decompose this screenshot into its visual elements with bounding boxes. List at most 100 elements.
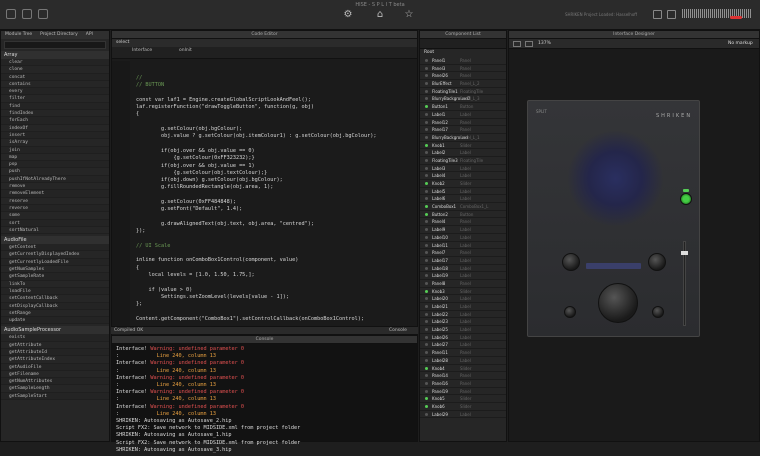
code-line[interactable] (136, 250, 376, 257)
component-row[interactable]: Label21 Label (420, 303, 506, 311)
code-line[interactable]: g.setColour(obj.bgColour); (136, 126, 376, 133)
api-section-header[interactable]: AudioSampleProcessor (1, 326, 109, 335)
component-row[interactable]: Label27 Label (420, 341, 506, 350)
component-row[interactable]: Panel12 Panel (420, 119, 506, 127)
visibility-dot-icon[interactable] (425, 412, 428, 416)
component-row[interactable]: Panel17 Panel (420, 126, 506, 134)
visibility-dot-icon[interactable] (425, 351, 428, 355)
code-line[interactable]: if(obj.over && obj.value == 1) (136, 163, 376, 170)
component-row[interactable]: Label10 Label (420, 234, 506, 242)
code-line[interactable]: obj.value ? g.setColour(obj.itemColour1)… (136, 133, 377, 140)
visibility-dot-icon[interactable] (425, 243, 428, 247)
api-item[interactable]: pushIfNotAlreadyThere (1, 175, 109, 184)
component-row[interactable]: FloatingTile3 FloatingTile (420, 157, 506, 165)
visibility-dot-icon[interactable] (425, 312, 428, 316)
visibility-dot-icon[interactable] (425, 258, 428, 262)
api-item[interactable]: filter (1, 95, 109, 103)
api-item[interactable]: indexOf (1, 125, 109, 132)
api-item[interactable]: getNumSamples (1, 266, 109, 274)
component-row[interactable]: BlurryBackground2 Panel_L_3 (420, 95, 506, 104)
api-item[interactable]: some (1, 212, 109, 220)
visibility-dot-icon[interactable] (425, 66, 428, 70)
zoom-select[interactable]: 137% (538, 41, 551, 46)
visibility-dot-icon[interactable] (425, 220, 428, 224)
api-item[interactable]: getAttribute (1, 342, 109, 349)
code-line[interactable]: Settings.setZoomLevel(levels[value - 1])… (136, 294, 376, 301)
visibility-dot-icon[interactable] (425, 82, 428, 86)
visibility-dot-icon[interactable] (425, 189, 428, 193)
visibility-dot-icon[interactable] (425, 212, 428, 216)
api-item[interactable]: concat (1, 73, 109, 81)
visibility-dot-icon[interactable] (425, 105, 428, 109)
api-item[interactable]: removeElement (1, 190, 109, 198)
panel-icon[interactable] (22, 9, 32, 19)
component-row[interactable]: Label22 Label (420, 311, 506, 319)
component-row[interactable]: Knob1 Slider (420, 142, 506, 150)
api-item[interactable]: getSampleStart (1, 392, 109, 401)
code-line[interactable]: { (136, 265, 376, 272)
visibility-dot-icon[interactable] (425, 281, 428, 285)
tab-api[interactable]: API (82, 31, 97, 39)
api-item[interactable]: getAudioFile (1, 363, 109, 371)
visibility-dot-icon[interactable] (425, 120, 428, 124)
api-item[interactable]: sort (1, 219, 109, 227)
component-row[interactable]: Button2 Button (420, 211, 506, 219)
component-row[interactable]: Label25 Label (420, 326, 506, 334)
visibility-dot-icon[interactable] (425, 328, 428, 332)
api-search-input[interactable] (4, 41, 106, 49)
component-row[interactable]: ComboBox1 ComboBox1_L (420, 203, 506, 211)
component-row[interactable]: Panel11 Panel (420, 349, 506, 357)
component-row[interactable]: Label29 Label (420, 411, 506, 419)
code-line[interactable]: }); (136, 228, 376, 235)
menu-icon[interactable] (6, 9, 16, 19)
code-line[interactable]: {g.setColour(obj.textColour);} (136, 170, 376, 177)
home-icon[interactable]: ⌂ (373, 9, 387, 21)
knob-left[interactable] (562, 253, 580, 271)
component-row[interactable]: Button1 Button (420, 103, 506, 111)
visibility-dot-icon[interactable] (425, 274, 428, 278)
visibility-dot-icon[interactable] (425, 143, 428, 147)
component-row[interactable]: BlurryBackground Panel_L_1 (420, 134, 506, 142)
code-line[interactable] (136, 141, 376, 148)
star-icon[interactable]: ☆ (402, 9, 416, 21)
code-line[interactable]: // (136, 75, 376, 82)
api-item[interactable]: clone (1, 66, 109, 74)
api-item[interactable]: exists (1, 334, 109, 342)
component-row[interactable]: Label11 Label (420, 242, 506, 250)
api-item[interactable]: map (1, 154, 109, 162)
api-section-header[interactable]: Array (1, 51, 109, 59)
knob-right[interactable] (648, 253, 666, 271)
visibility-dot-icon[interactable] (425, 158, 428, 162)
code-line[interactable]: g.fillRoundedRectangle(obj.area, 1); (136, 184, 376, 191)
api-item[interactable]: reserve (1, 198, 109, 205)
component-row[interactable]: FloatingTile1 FloatingTile (420, 88, 506, 96)
api-item[interactable]: pop (1, 161, 109, 169)
knob-bottom-left[interactable] (564, 306, 576, 318)
window-icon[interactable] (653, 10, 662, 19)
gear-icon[interactable]: ⚙ (341, 9, 355, 21)
code-line[interactable] (136, 214, 376, 221)
api-item[interactable]: remove (1, 183, 109, 191)
component-row[interactable]: Panel3 Panel (420, 65, 506, 73)
visibility-dot-icon[interactable] (425, 197, 428, 201)
code-line[interactable]: { (136, 111, 376, 118)
component-row[interactable]: Panel19 Panel (420, 388, 506, 396)
component-row[interactable]: Knob4 Slider (420, 365, 506, 373)
edit-toggle-icon[interactable] (513, 41, 521, 47)
component-row[interactable]: Label18 Label (420, 265, 506, 273)
api-item[interactable]: update (1, 317, 109, 325)
tab-module-tree[interactable]: Module Tree (1, 31, 36, 39)
component-row[interactable]: Label2 Label (420, 149, 506, 157)
component-row[interactable]: Knob5 Slider (420, 395, 506, 403)
component-row[interactable]: Knob3 Slider (420, 288, 506, 296)
code-line[interactable]: inline function onComboBox1Control(compo… (136, 257, 376, 264)
component-row[interactable]: Label3 Label (420, 165, 506, 173)
visibility-dot-icon[interactable] (425, 374, 428, 378)
code-line[interactable]: laf.registerFunction("drawToggleButton",… (136, 104, 376, 111)
component-row[interactable]: Label4 Label (420, 172, 506, 180)
visibility-dot-icon[interactable] (425, 366, 428, 370)
visibility-dot-icon[interactable] (425, 289, 428, 293)
component-row[interactable]: Label28 Label (420, 357, 506, 365)
component-row[interactable]: Panel8 Panel (420, 280, 506, 288)
component-row[interactable]: Label9 Label (420, 226, 506, 234)
